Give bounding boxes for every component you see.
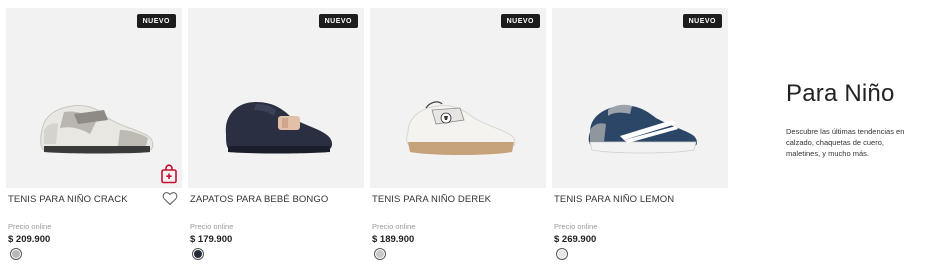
product-card[interactable]: NUEVO TENIS PARA NIÑO DEREK Precio onlin… (370, 8, 546, 270)
product-card[interactable]: NUEVO TENIS PARA NIÑO LEMON Precio onlin… (552, 8, 728, 270)
product-name[interactable]: ZAPATOS PARA BEBÉ BONGO (190, 194, 328, 205)
product-name[interactable]: TENIS PARA NIÑO DEREK (372, 194, 491, 205)
product-price: $ 179.900 (190, 234, 233, 245)
new-badge: NUEVO (500, 14, 540, 28)
color-swatch[interactable] (556, 248, 568, 260)
price-label: Precio online (190, 222, 234, 231)
section-title: Para Niño (786, 80, 895, 107)
price-label: Precio online (8, 222, 52, 231)
sneaker-derek-image (406, 101, 516, 155)
swatch-color (194, 250, 202, 258)
new-badge: NUEVO (136, 14, 176, 28)
new-badge: NUEVO (682, 14, 722, 28)
new-badge: NUEVO (318, 14, 358, 28)
shopping-bag-icon[interactable] (160, 164, 178, 184)
product-price: $ 269.900 (554, 234, 597, 245)
swatch-color (12, 250, 20, 258)
product-card[interactable]: NUEVO TENIS PARA NIÑO CRACK Precio onlin… (6, 8, 182, 270)
section-description: Descubre las últimas tendencias en calza… (786, 127, 905, 158)
shoe-bongo-image (225, 102, 333, 154)
product-image[interactable]: NUEVO (6, 8, 182, 188)
color-swatch[interactable] (192, 248, 204, 260)
color-swatch[interactable] (374, 248, 386, 260)
product-card[interactable]: NUEVO ZAPATOS PARA BEBÉ BONGO Precio onl… (188, 8, 364, 270)
price-label: Precio online (554, 222, 598, 231)
product-image[interactable]: NUEVO (188, 8, 364, 188)
sneaker-crack-image (40, 105, 154, 154)
product-name[interactable]: TENIS PARA NIÑO CRACK (8, 194, 128, 205)
color-swatch[interactable] (10, 248, 22, 260)
product-name[interactable]: TENIS PARA NIÑO LEMON (554, 194, 674, 205)
product-price: $ 189.900 (372, 234, 415, 245)
product-image[interactable]: NUEVO (370, 8, 546, 188)
swatch-color (376, 250, 384, 258)
swatch-color (558, 250, 566, 258)
heart-icon[interactable] (162, 191, 178, 206)
product-image[interactable]: NUEVO (552, 8, 728, 188)
price-label: Precio online (372, 222, 416, 231)
sneaker-lemon-image (588, 104, 697, 154)
product-price: $ 209.900 (8, 234, 51, 245)
